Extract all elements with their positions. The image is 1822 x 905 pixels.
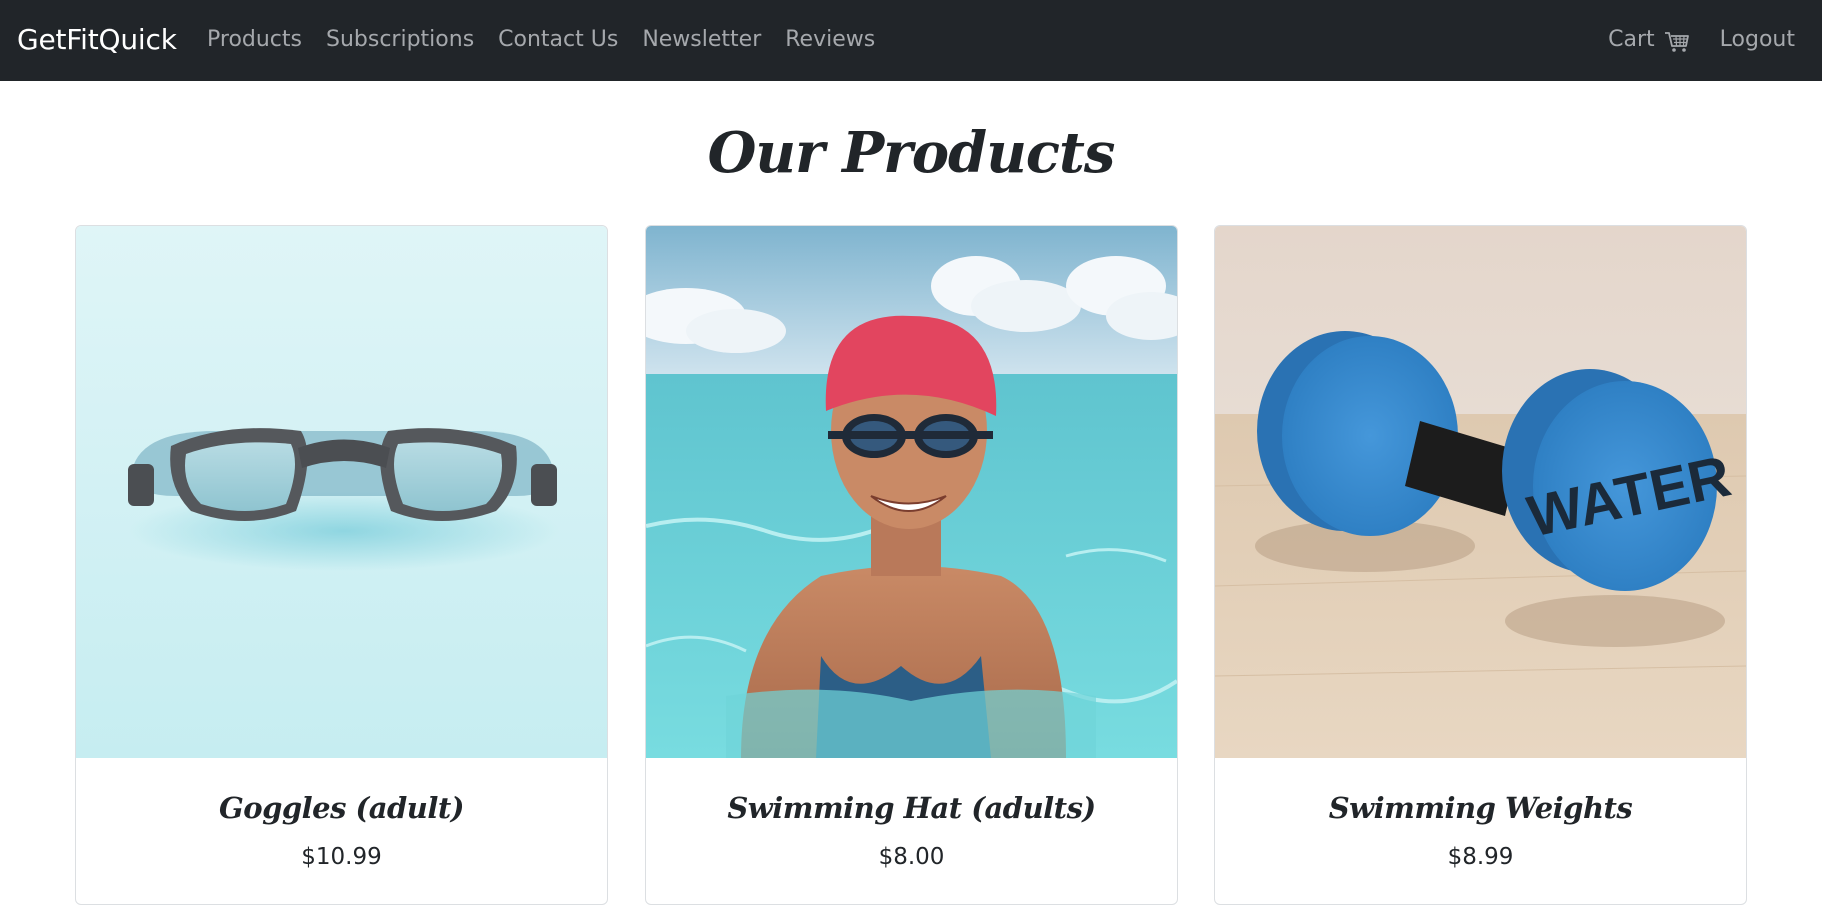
- product-name[interactable]: Swimming Weights: [1215, 788, 1746, 828]
- swimmer-image[interactable]: [646, 226, 1177, 758]
- navbar: GetFitQuick Products Subscriptions Conta…: [0, 0, 1822, 81]
- nav-links: Products Subscriptions Contact Us Newsle…: [207, 22, 899, 58]
- nav-right: Cart Logout: [1608, 22, 1795, 58]
- product-price: $10.99: [301, 844, 382, 870]
- nav-link-newsletter[interactable]: Newsletter: [642, 22, 761, 58]
- water-dumbbell-image[interactable]: WATER: [1215, 226, 1746, 758]
- nav-link-reviews[interactable]: Reviews: [785, 22, 875, 58]
- product-price: $8.00: [878, 844, 945, 870]
- nav-link-contact-us[interactable]: Contact Us: [498, 22, 618, 58]
- product-card-goggles[interactable]: Goggles (adult) $10.99: [75, 225, 608, 905]
- cart-label: Cart: [1608, 27, 1655, 52]
- logout-link[interactable]: Logout: [1720, 22, 1795, 58]
- product-price: $8.99: [1447, 844, 1514, 870]
- product-name[interactable]: Goggles (adult): [76, 788, 607, 828]
- brand-link[interactable]: GetFitQuick: [17, 20, 177, 60]
- nav-link-products[interactable]: Products: [207, 22, 302, 58]
- nav-link-subscriptions[interactable]: Subscriptions: [326, 22, 474, 58]
- product-card-swimming-hat[interactable]: Swimming Hat (adults) $8.00: [645, 225, 1178, 905]
- page-title: Our Products: [707, 120, 1116, 186]
- cart-icon: [1664, 29, 1690, 52]
- cart-link[interactable]: Cart: [1608, 22, 1690, 58]
- goggles-image[interactable]: [76, 226, 607, 758]
- product-name[interactable]: Swimming Hat (adults): [646, 788, 1177, 828]
- product-card-swimming-weights[interactable]: WATER Swimming Weights $8.99: [1214, 225, 1747, 905]
